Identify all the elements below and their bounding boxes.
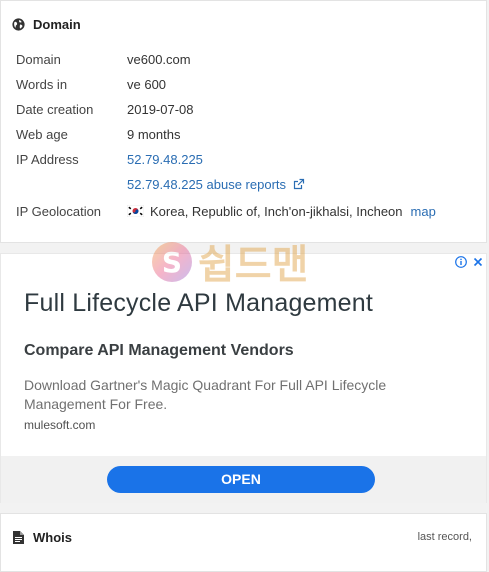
info-label: Web age	[16, 127, 68, 142]
watermark-logo: S 쉽드맨	[152, 242, 308, 288]
svg-text:S: S	[162, 246, 182, 279]
info-label: IP Address	[16, 152, 79, 167]
whois-card-title: Whois	[33, 529, 72, 545]
ad-open-button[interactable]: OPEN	[107, 466, 375, 493]
whois-note: last record,	[417, 531, 472, 543]
ip-address-link[interactable]: 52.79.48.225	[127, 152, 203, 168]
domain-card-title: Domain	[33, 16, 81, 32]
watermark-text: 쉽드맨	[198, 242, 308, 288]
domain-card-header: Domain	[1, 1, 486, 47]
domain-card: Domain Domain ve600.com Words in ve 600 …	[0, 0, 487, 243]
korea-flag-icon	[127, 205, 144, 217]
whois-card: Whois last record,	[0, 513, 487, 572]
ad-close-icon[interactable]	[473, 257, 483, 267]
abuse-reports-link[interactable]: 52.79.48.225 abuse reports	[127, 177, 305, 193]
whois-card-header: Whois	[1, 514, 486, 560]
ad-badge	[455, 256, 483, 268]
external-link-icon	[293, 178, 304, 190]
info-label: IP Geolocation	[16, 204, 102, 219]
ad-subheadline[interactable]: Compare API Management Vendors	[24, 342, 294, 360]
ad-headline[interactable]: Full Lifecycle API Management	[24, 289, 373, 318]
info-value: 2019-07-08	[127, 102, 194, 117]
ad-domain: mulesoft.com	[24, 418, 96, 432]
info-value: ve600.com	[127, 52, 191, 67]
abuse-reports-text[interactable]: 52.79.48.225 abuse reports	[127, 177, 286, 192]
info-label: Date creation	[16, 102, 94, 117]
geolocation-text: Korea, Republic of, Inch'on-jikhalsi, In…	[150, 204, 403, 219]
info-value: 9 months	[127, 127, 181, 142]
ad-info-icon[interactable]	[455, 256, 467, 268]
document-icon	[13, 530, 24, 544]
map-link[interactable]: map	[411, 204, 436, 219]
info-label: Domain	[16, 52, 61, 67]
geolocation-value: Korea, Republic of, Inch'on-jikhalsi, In…	[127, 204, 436, 220]
info-label: Words in	[16, 77, 68, 92]
ad-description: Download Gartner's Magic Quadrant For Fu…	[24, 377, 387, 412]
info-value: ve 600	[127, 77, 167, 92]
globe-icon	[12, 17, 25, 31]
